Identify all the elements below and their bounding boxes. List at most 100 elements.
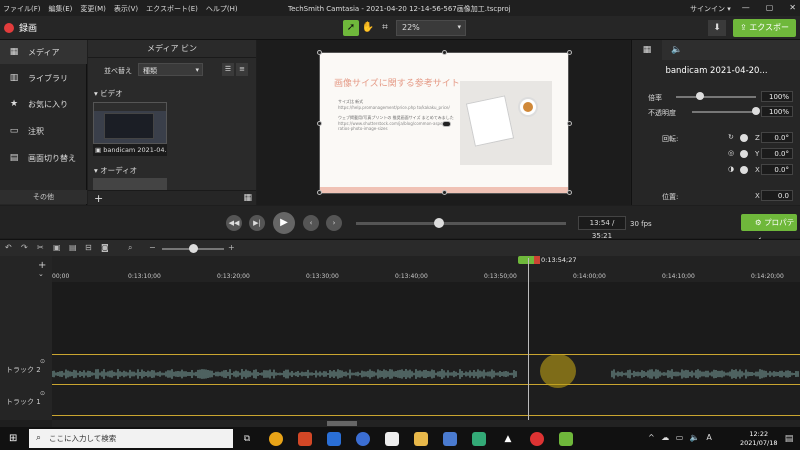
scrub-knob[interactable] (433, 218, 444, 228)
position-x-value[interactable]: 0.0 (761, 190, 793, 201)
camtasia-icon[interactable] (559, 432, 573, 446)
calculator-icon[interactable] (443, 432, 457, 446)
snapshot-icon[interactable]: ◙ (101, 243, 109, 252)
word-icon[interactable] (327, 432, 341, 446)
timeline-zoom-knob[interactable] (189, 244, 198, 253)
timeline-ruler[interactable]: 00;00 0:13:10;00 0:13:20;00 0:13:30;00 0… (52, 256, 800, 282)
playhead-out-marker[interactable] (534, 256, 540, 264)
crop-tool-icon[interactable]: ⌗ (377, 20, 393, 36)
sort-select[interactable]: 種類 ▾ (138, 63, 203, 76)
rotation-z-dial[interactable] (740, 134, 748, 142)
app-icon[interactable] (472, 432, 486, 446)
app-icon[interactable]: ▲ (501, 432, 515, 446)
grid-view-icon[interactable]: ▦ (243, 193, 252, 203)
powerpoint-icon[interactable] (298, 432, 312, 446)
resize-handle[interactable] (317, 121, 322, 126)
zoom-in-icon[interactable]: + (228, 243, 235, 252)
track-2-lane[interactable] (52, 354, 800, 385)
pan-tool-icon[interactable]: ✋ (360, 20, 376, 36)
zoom-select[interactable]: 22% ▾ (396, 20, 466, 36)
rotation-y-dial[interactable] (740, 150, 748, 158)
zoom-out-icon[interactable]: − (149, 243, 156, 252)
record-button[interactable]: 録画 (4, 21, 37, 34)
document-icon[interactable] (385, 432, 399, 446)
resize-handle[interactable] (567, 50, 572, 55)
audio-section[interactable]: ▾ オーディオ (94, 165, 137, 176)
playhead-line[interactable] (528, 258, 529, 420)
nav-library[interactable]: ▥ ライブラリ (0, 66, 87, 90)
rotate-handle[interactable] (442, 121, 451, 127)
rotation-y-value[interactable]: 0.0° (761, 148, 793, 159)
properties-button[interactable]: ⚙ プロパティ (741, 214, 797, 244)
rotation-z-value[interactable]: 0.0° (761, 132, 793, 143)
nav-annotations[interactable]: ▭ 注釈 (0, 119, 87, 143)
menu-edit[interactable]: 編集(E) (49, 4, 73, 14)
close-button[interactable]: ✕ (789, 3, 796, 12)
more-button[interactable]: その他 (0, 190, 87, 204)
resize-handle[interactable] (317, 50, 322, 55)
menu-modify[interactable]: 変更(M) (80, 4, 106, 14)
app-icon[interactable] (356, 432, 370, 446)
scale-value[interactable]: 100% (761, 91, 793, 102)
task-view-icon[interactable]: ⧉ (240, 432, 254, 446)
nav-media[interactable]: ▦ メディア (0, 40, 87, 64)
scrub-bar[interactable] (356, 222, 566, 225)
folder-icon[interactable] (414, 432, 428, 446)
scrollbar-thumb[interactable] (327, 421, 357, 426)
maximize-button[interactable]: ▢ (766, 3, 774, 12)
export-button[interactable]: ⇪ エクスポート (733, 19, 796, 50)
select-tool-icon[interactable]: ➚ (343, 20, 359, 36)
view-list-icon[interactable]: ☰ (222, 63, 234, 76)
menu-file[interactable]: ファイル(F) (3, 4, 41, 14)
play-icon[interactable]: ▶ (273, 212, 295, 234)
menu-export[interactable]: エクスポート(E) (146, 4, 198, 14)
download-icon[interactable]: ⬇ (708, 20, 726, 36)
record-app-icon[interactable] (530, 432, 544, 446)
menu-view[interactable]: 表示(V) (114, 4, 138, 14)
zoom-search-icon[interactable]: ⌕ (128, 243, 132, 253)
rotation-x-value[interactable]: 0.0° (761, 164, 793, 175)
windows-start-icon[interactable]: ⊞ (9, 433, 17, 444)
nav-favorites[interactable]: ★ お気に入り (0, 92, 87, 116)
scale-slider-knob[interactable] (696, 92, 704, 100)
resize-handle[interactable] (567, 190, 572, 195)
ime-indicator[interactable]: A (706, 433, 713, 442)
taskbar-search[interactable]: ⌕ ここに入力して検索 (29, 429, 233, 448)
audio-thumbnail[interactable] (93, 178, 167, 190)
timeline-scrollbar[interactable] (52, 420, 800, 427)
opacity-value[interactable]: 100% (761, 106, 793, 117)
copy-icon[interactable]: ▣ (53, 243, 61, 252)
add-media-icon[interactable]: + (94, 192, 103, 205)
minimize-button[interactable]: — (742, 3, 750, 12)
track-1-lane[interactable] (52, 386, 800, 416)
resize-handle[interactable] (567, 121, 572, 126)
clip-thumbnail[interactable] (93, 102, 167, 144)
audio-properties-icon[interactable]: 🔈 (662, 40, 692, 60)
signin-button[interactable]: サインイン ▾ (690, 4, 731, 14)
resize-handle[interactable] (442, 190, 447, 195)
resize-handle[interactable] (317, 190, 322, 195)
redo-icon[interactable]: ↷ (21, 243, 28, 252)
system-tray[interactable]: ^ ☁ ▭ 🔈 A (648, 433, 714, 442)
opacity-slider[interactable] (692, 111, 756, 113)
chrome-icon[interactable] (269, 432, 283, 446)
clock[interactable]: 12:22 2021/07/18 (740, 430, 777, 448)
cut-icon[interactable]: ✂ (37, 243, 44, 252)
step-back-icon[interactable]: ◀◀ (226, 215, 242, 231)
rotation-x-dial[interactable] (740, 166, 748, 174)
split-icon[interactable]: ⊟ (85, 243, 92, 252)
paste-icon[interactable]: ▤ (69, 243, 77, 252)
nav-transitions[interactable]: ▤ 画面切り替え (0, 146, 87, 170)
opacity-slider-knob[interactable] (752, 107, 760, 115)
resize-handle[interactable] (442, 50, 447, 55)
next-clip-icon[interactable]: › (326, 215, 342, 231)
video-section[interactable]: ▾ ビデオ (94, 88, 123, 99)
previous-clip-icon[interactable]: ‹ (303, 215, 319, 231)
sort-order-icon[interactable]: ≡ (236, 63, 248, 76)
notification-icon[interactable]: ▤ (782, 432, 796, 446)
menu-help[interactable]: ヘルプ(H) (206, 4, 238, 14)
visual-properties-icon[interactable]: ▦ (632, 40, 662, 60)
undo-icon[interactable]: ↶ (5, 243, 12, 252)
scale-slider[interactable] (676, 96, 756, 98)
step-forward-icon[interactable]: ▶| (249, 215, 265, 231)
